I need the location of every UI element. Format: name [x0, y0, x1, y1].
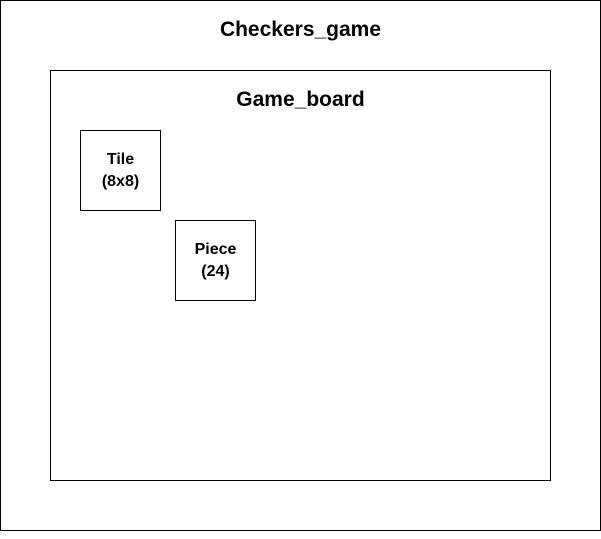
tile-box: Tile (8x8): [80, 130, 161, 211]
piece-label: Piece: [194, 240, 237, 258]
piece-box: Piece (24): [175, 220, 256, 301]
checkers-game-title: Checkers_game: [219, 18, 382, 41]
tile-label: Tile: [106, 150, 135, 168]
tile-count: (8x8): [101, 172, 140, 190]
piece-count: (24): [201, 262, 230, 280]
game-board-title: Game_board: [236, 88, 365, 111]
